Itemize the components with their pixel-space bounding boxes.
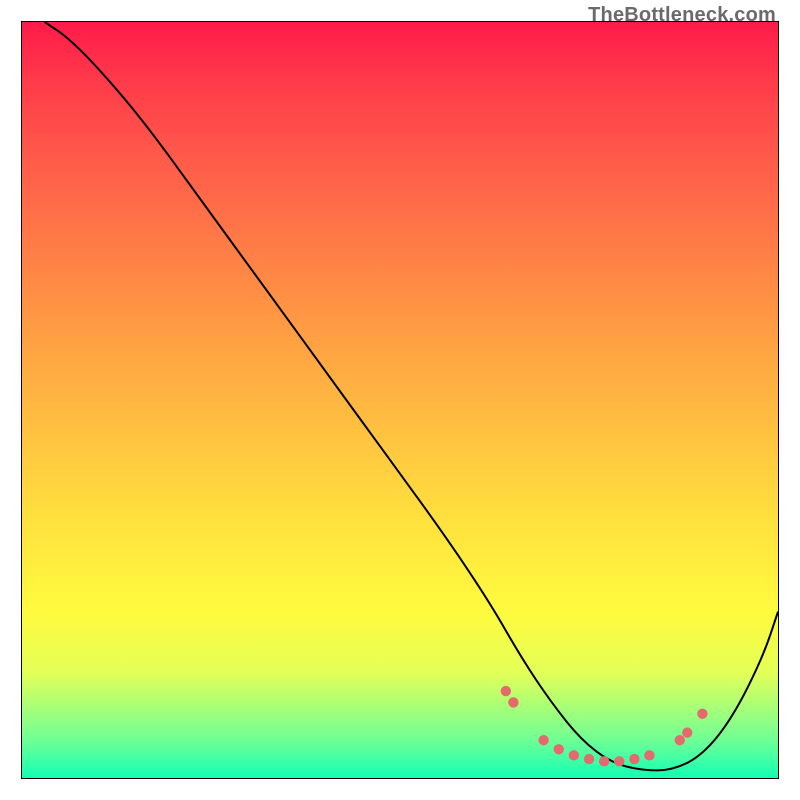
highlight-dot (508, 697, 518, 707)
plot-area (21, 21, 779, 779)
highlight-dot (614, 756, 624, 766)
highlight-dot (501, 686, 511, 696)
highlight-dot (554, 744, 564, 754)
highlight-dot (682, 727, 692, 737)
highlight-dot (675, 735, 685, 745)
highlight-dot (584, 754, 594, 764)
highlight-dot (538, 735, 548, 745)
highlight-dot (629, 754, 639, 764)
highlight-dot (599, 756, 609, 766)
highlight-dots (501, 686, 708, 767)
bottleneck-curve (45, 22, 778, 770)
highlight-dot (697, 709, 707, 719)
highlight-dot (569, 750, 579, 760)
highlight-dot (644, 750, 654, 760)
chart-svg (22, 22, 778, 778)
